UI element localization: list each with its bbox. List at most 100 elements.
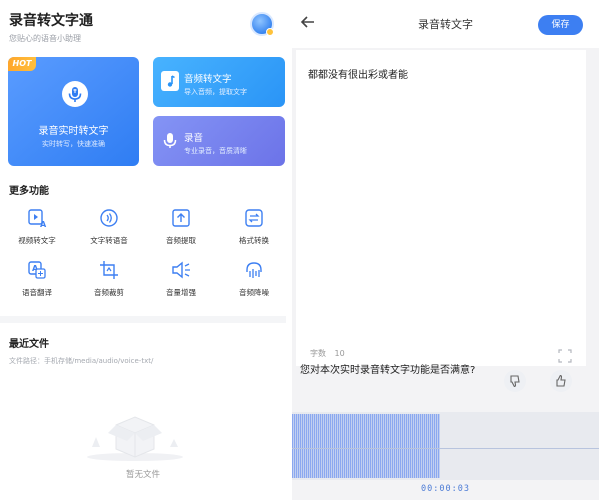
record-subtitle: 专业录音，音质清晰 — [184, 147, 247, 155]
waveform-bar — [336, 414, 338, 478]
waveform-bar — [414, 414, 416, 478]
waveform-bar — [358, 414, 360, 478]
waveform-bar — [380, 414, 382, 478]
waveform-bar — [406, 414, 408, 478]
tool-label: 视频转文字 — [18, 236, 56, 245]
app-subtitle: 您贴心的语音小助理 — [9, 34, 81, 43]
waveform-bar — [426, 414, 428, 478]
waveform-bar — [400, 414, 402, 478]
save-button[interactable]: 保存 — [538, 15, 583, 35]
svg-text:A: A — [40, 220, 47, 229]
waveform-bar — [394, 414, 396, 478]
tool-video-to-text[interactable]: A 视频转文字 — [4, 207, 64, 257]
tool-label: 音频降噪 — [239, 288, 269, 297]
waveform-bar — [348, 414, 350, 478]
waveform-bars — [292, 414, 440, 478]
format-convert-icon — [243, 207, 265, 229]
waveform-bar — [424, 414, 426, 478]
waveform-bar — [410, 414, 412, 478]
waveform-bar — [366, 414, 368, 478]
waveform-bar — [438, 414, 440, 478]
waveform-bar — [392, 414, 394, 478]
waveform-bar — [298, 414, 300, 478]
tool-noise-reduce[interactable]: 音频降噪 — [221, 259, 281, 309]
waveform-bar — [418, 414, 420, 478]
waveform-bar — [384, 414, 386, 478]
waveform-bar — [360, 414, 362, 478]
record-card[interactable]: 录音 专业录音，音质清晰 — [153, 116, 285, 166]
waveform-bar — [376, 414, 378, 478]
waveform-bar — [404, 414, 406, 478]
microphone-icon — [161, 130, 179, 150]
word-count-label: 字数 — [310, 349, 326, 358]
header-bar: 录音转文字 保存 — [292, 0, 599, 48]
tool-format-convert[interactable]: 格式转换 — [221, 207, 281, 257]
waveform-bar — [354, 414, 356, 478]
waveform-bar — [430, 414, 432, 478]
hot-badge: HOT — [8, 57, 36, 71]
audio-extract-icon — [170, 207, 192, 229]
waveform-bar — [294, 414, 296, 478]
waveform-bar — [300, 414, 302, 478]
waveform-bar — [304, 414, 306, 478]
audio-to-text-subtitle: 导入音频，提取文字 — [184, 88, 247, 96]
tool-label: 音频裁剪 — [94, 288, 124, 297]
waveform-bar — [396, 414, 398, 478]
audio-to-text-title: 音频转文字 — [184, 74, 232, 85]
noise-reduce-icon — [243, 259, 265, 281]
waveform-bar — [390, 414, 392, 478]
waveform — [292, 412, 599, 480]
waveform-bar — [432, 414, 434, 478]
tool-audio-extract[interactable]: 音频提取 — [148, 207, 208, 257]
tool-label: 语音翻译 — [22, 288, 52, 297]
features-section: 录音转文字通 您贴心的语音小助理 HOT 录音实时转文字 实时转写，快速准确 音… — [0, 0, 286, 316]
tool-label: 音量增强 — [166, 288, 196, 297]
tool-label: 音频提取 — [166, 236, 196, 245]
text-speech-icon — [98, 207, 120, 229]
thumbs-down-icon[interactable] — [504, 370, 526, 392]
waveform-bar — [362, 414, 364, 478]
music-file-icon — [161, 71, 179, 91]
waveform-bar — [334, 414, 336, 478]
waveform-bar — [346, 414, 348, 478]
recent-files-section: 最近文件 文件路径：手机存储/media/audio/voice-txt/ 暂无… — [0, 323, 286, 500]
volume-boost-icon — [170, 259, 192, 281]
waveform-bar — [416, 414, 418, 478]
waveform-bar — [402, 414, 404, 478]
file-path: 文件路径：手机存储/media/audio/voice-txt/ — [9, 357, 154, 365]
thumbs-up-icon[interactable] — [550, 370, 572, 392]
recording-time: 00:00:03 — [421, 484, 470, 494]
waveform-bar — [308, 414, 310, 478]
waveform-bar — [436, 414, 438, 478]
waveform-bar — [310, 414, 312, 478]
realtime-transcribe-card[interactable]: HOT 录音实时转文字 实时转写，快速准确 — [8, 57, 139, 166]
waveform-bar — [302, 414, 304, 478]
tool-volume-boost[interactable]: 音量增强 — [148, 259, 208, 309]
tool-text-to-speech[interactable]: 文字转语音 — [76, 207, 136, 257]
waveform-bar — [434, 414, 436, 478]
transcribe-screen: 录音转文字 保存 都都没有很出彩或者能 字数 10 您对本次实时录音转文字功能是… — [292, 0, 599, 500]
waveform-bar — [408, 414, 410, 478]
waveform-bar — [328, 414, 330, 478]
transcript-text-area[interactable]: 都都没有很出彩或者能 字数 10 — [296, 50, 586, 366]
tool-label: 格式转换 — [239, 236, 269, 245]
waveform-bar — [368, 414, 370, 478]
waveform-bar — [356, 414, 358, 478]
expand-icon[interactable] — [558, 348, 572, 363]
waveform-bar — [314, 414, 316, 478]
waveform-bar — [332, 414, 334, 478]
waveform-bar — [320, 414, 322, 478]
video-text-icon: A — [26, 207, 48, 229]
empty-box-icon — [80, 403, 190, 463]
word-count: 字数 10 — [310, 348, 345, 359]
waveform-bar — [374, 414, 376, 478]
word-count-value: 10 — [334, 349, 345, 358]
waveform-bar — [370, 414, 372, 478]
voice-translate-icon: A — [26, 259, 48, 281]
audio-to-text-card[interactable]: 音频转文字 导入音频，提取文字 — [153, 57, 285, 107]
tool-voice-translate[interactable]: A 语音翻译 — [4, 259, 64, 309]
record-title: 录音 — [184, 133, 204, 144]
tool-audio-crop[interactable]: 音频裁剪 — [76, 259, 136, 309]
waveform-bar — [324, 414, 326, 478]
waveform-bar — [372, 414, 374, 478]
